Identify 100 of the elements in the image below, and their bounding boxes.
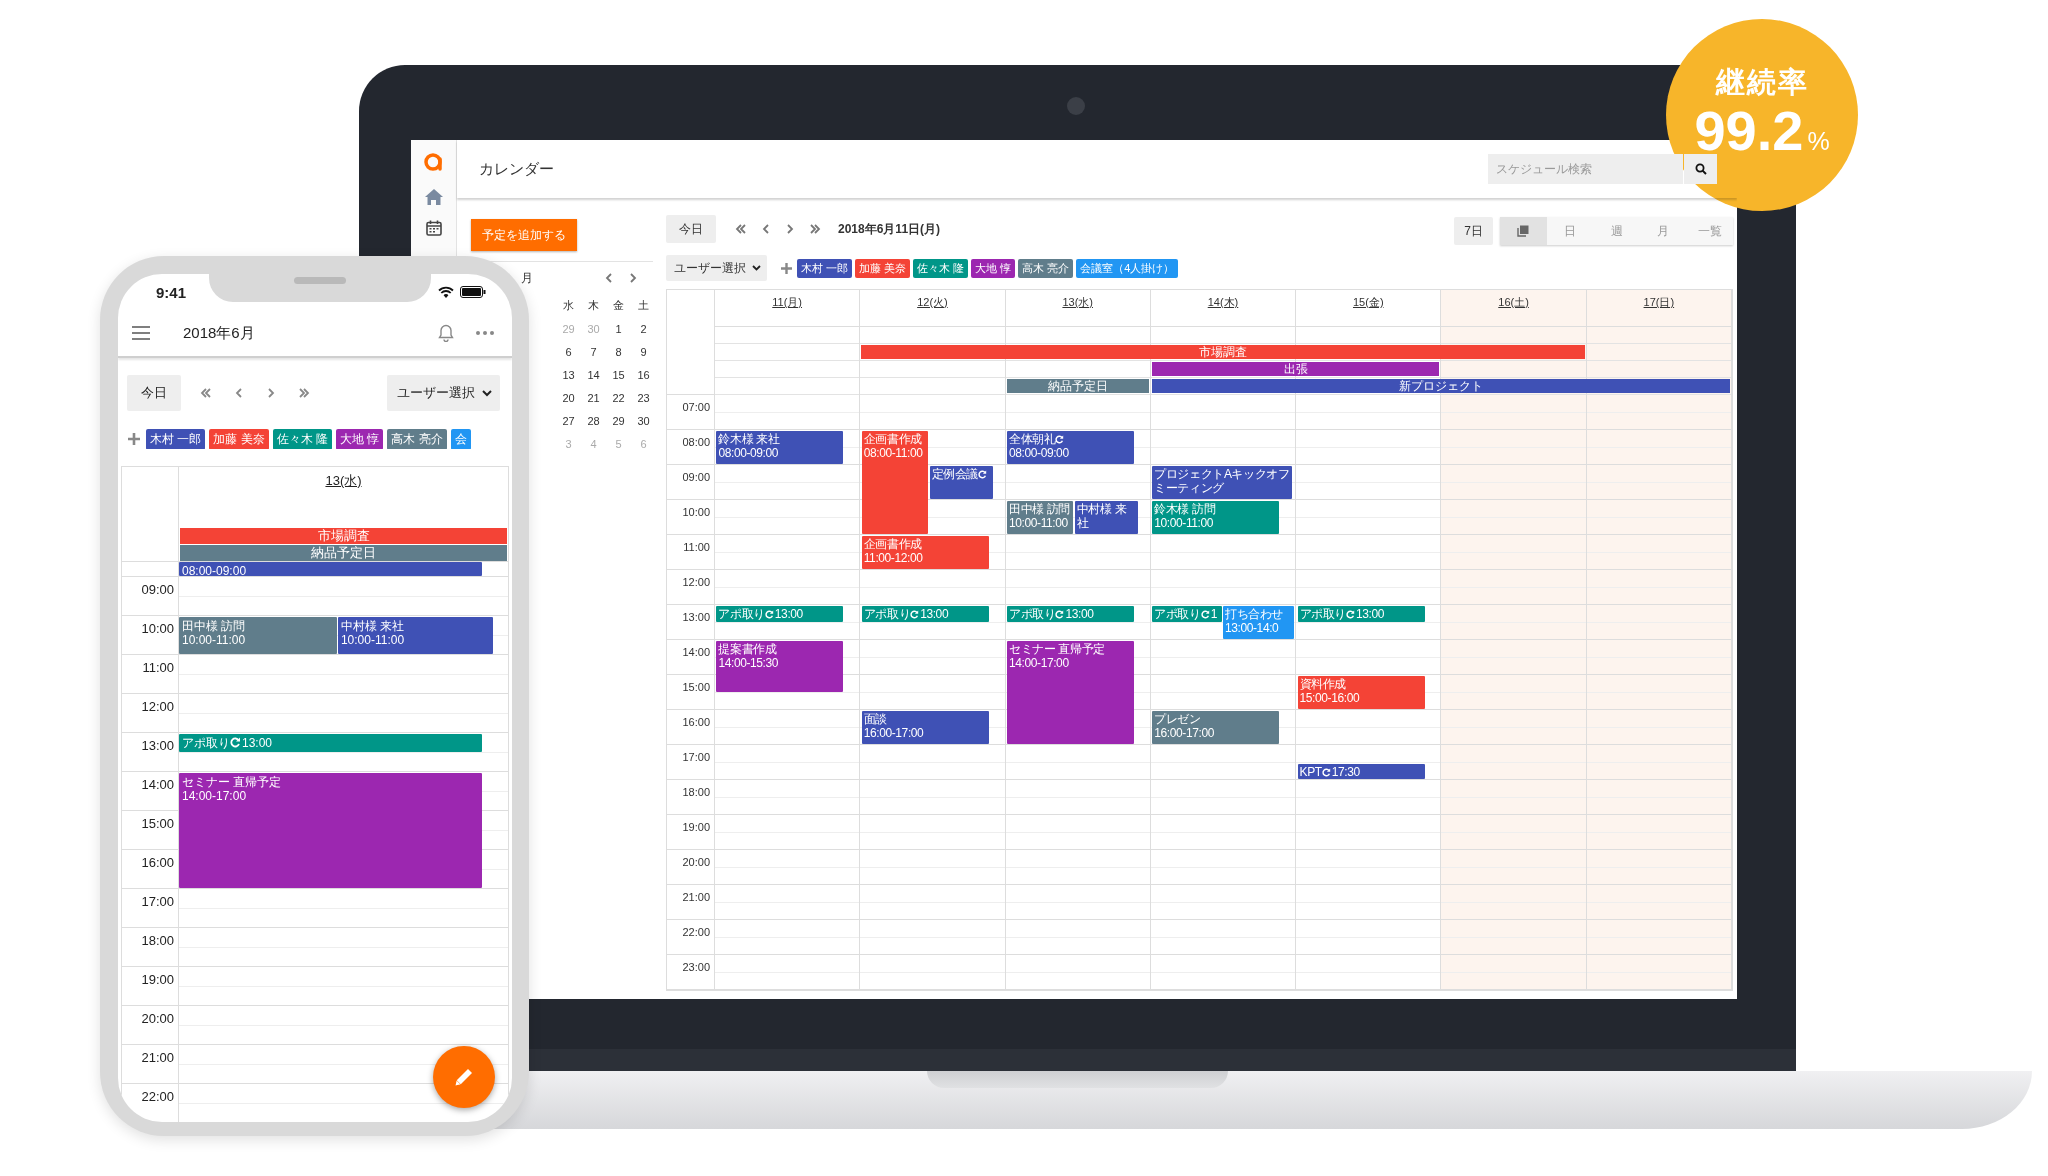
day-header[interactable]: 15(金) [1353,295,1384,309]
range-button[interactable]: 7日 [1454,217,1494,245]
user-tag[interactable]: 加藤 美奈 [209,429,269,449]
day-header[interactable]: 17(日) [1643,295,1675,309]
calendar-event[interactable]: 提案書作成 14:00-15:30 [716,641,844,692]
home-icon[interactable] [423,188,444,206]
user-tag[interactable]: 木村 一郎 [146,429,206,449]
user-tag[interactable]: 大地 惇 [336,429,384,449]
calendar-event[interactable]: アポ取り 13:00 [1007,606,1134,622]
day-header[interactable]: 12(火) [917,295,948,309]
calendar-day[interactable]: 9 [631,345,656,358]
today-button[interactable]: 今日 [666,215,716,243]
event-title: 田中様 訪問 [182,619,246,633]
calendar-day[interactable]: 28 [581,414,606,427]
chevron-right-icon[interactable] [265,387,277,399]
chevron-left-icon[interactable] [760,223,772,235]
calendar-day[interactable]: 23 [631,391,656,404]
double-chevron-left-icon[interactable] [734,223,748,235]
more-icon[interactable] [476,331,494,335]
user-tag[interactable]: 高木 亮介 [1018,258,1074,278]
double-chevron-left-icon[interactable] [199,387,213,399]
calendar-day[interactable]: 27 [556,414,581,427]
day-header[interactable]: 13(水) [325,472,362,488]
calendar-event[interactable]: 中村様 来社 10:00-11:00 [337,617,493,654]
user-tag[interactable]: 大地 惇 [971,258,1016,278]
event-time: 13:00 [1355,607,1384,621]
time-label: 15:00 [682,681,710,693]
calendar-event[interactable]: 中村様 来社 [1074,501,1139,534]
calendar-event[interactable]: セミナー 直帰予定 14:00-17:00 [179,773,482,888]
calendar-day[interactable]: 16 [631,368,656,381]
day-header[interactable]: 16(土) [1498,295,1529,309]
calendar-event[interactable]: アポ取り 13:00 [716,606,844,622]
day-header[interactable]: 11(月) [772,295,802,309]
search-field[interactable]: スケジュール検索 [1488,154,1683,184]
calendar-event[interactable]: 資料作成 15:00-16:00 [1297,676,1425,709]
calendar-day[interactable]: 20 [556,391,581,404]
calendar-day[interactable]: 13 [556,368,581,381]
calendar-day[interactable]: 1 [606,322,631,335]
plus-icon[interactable] [781,262,792,274]
plus-icon[interactable] [128,433,140,445]
calendar-event[interactable]: アポ取り 13:00 [1297,606,1425,622]
all-day-event[interactable]: 市場調査 [180,528,507,544]
chevron-left-icon[interactable] [233,387,245,399]
double-chevron-right-icon[interactable] [297,387,311,399]
calendar-event[interactable]: 田中様 訪問 10:00-11:00 [179,617,337,654]
time-label: 09:00 [682,471,710,483]
calendar-event[interactable]: 定例会議 [929,466,993,499]
calendar-event[interactable]: 全体朝礼 08:00-09:00 [1007,431,1134,464]
chevron-right-icon[interactable] [784,223,796,235]
user-select[interactable]: ユーザー選択 [666,255,767,281]
user-tag[interactable]: 佐々木 隆 [272,429,333,449]
day-header[interactable]: 14(木) [1207,295,1239,309]
calendar-event[interactable]: 企画書作成 11:00-12:00 [861,536,989,569]
calendar-event[interactable]: 08:00-09:00 [179,562,482,576]
caret-down-icon [482,389,492,397]
today-button[interactable]: 今日 [127,375,181,411]
calendar-day[interactable]: 22 [606,391,631,404]
calendar-day[interactable]: 6 [556,345,581,358]
chevron-left-icon[interactable] [603,272,615,284]
user-tag[interactable]: 高木 亮介 [387,429,447,449]
all-day-event[interactable]: 出張 [1151,362,1440,376]
day-header[interactable]: 13(水) [1062,295,1093,309]
compose-button[interactable] [433,1046,495,1108]
event-time: 13:00 [242,736,273,750]
all-day-event[interactable]: 新プロジェクト [1151,379,1730,393]
user-tag[interactable]: 加藤 美奈 [855,258,911,278]
menu-icon[interactable] [132,326,150,340]
calendar-day[interactable]: 2 [631,322,656,335]
calendar-event[interactable]: アポ取り 13:00 [861,606,989,622]
calendar-event[interactable]: 企画書作成 08:00-11:00 [861,431,929,534]
calendar-day[interactable]: 7 [581,345,606,358]
calendar-day[interactable]: 14 [581,368,606,381]
user-tag[interactable]: 木村 一郎 [797,258,853,278]
calendar-icon[interactable] [425,220,442,236]
calendar-event[interactable]: セミナー 直帰予定 14:00-17:00 [1007,641,1134,744]
calendar-day[interactable]: 8 [606,345,631,358]
event-title: アポ取り [1299,607,1346,621]
all-day-event[interactable]: 納品予定日 [1006,379,1149,393]
calendar-event[interactable]: 田中様 訪問 10:00-11:00 [1007,501,1074,534]
time-label: 13:00 [682,611,710,623]
calendar-day[interactable]: 29 [606,414,631,427]
all-day-event[interactable]: 市場調査 [861,345,1585,359]
search-button[interactable] [1684,154,1717,184]
user-tag[interactable]: 佐々木 隆 [913,258,969,278]
calendar-day[interactable]: 21 [581,391,606,404]
chevron-right-icon[interactable] [627,272,639,284]
calendar-event[interactable]: 鈴木様 訪問 10:00-11:00 [1152,501,1280,534]
all-day-event[interactable]: 納品予定日 [180,545,507,561]
double-chevron-right-icon[interactable] [808,223,822,235]
calendar-event[interactable]: 鈴木様 来社 08:00-09:00 [716,431,844,464]
calendar-day[interactable]: 30 [631,414,656,427]
calendar-day[interactable]: 15 [606,368,631,381]
calendar-event[interactable]: 面談 16:00-17:00 [861,711,989,744]
view-tab[interactable] [1500,217,1547,245]
calendar-event[interactable]: アポ取り 13:00 [179,734,482,752]
user-select[interactable]: ユーザー選択 [387,375,500,411]
calendar-event[interactable]: アポ取り 1 [1152,606,1223,622]
calendar-event[interactable]: プレゼン 16:00-17:00 [1152,711,1280,744]
bell-icon[interactable] [438,324,454,342]
calendar-event[interactable]: KPT 17:30 [1297,763,1425,779]
